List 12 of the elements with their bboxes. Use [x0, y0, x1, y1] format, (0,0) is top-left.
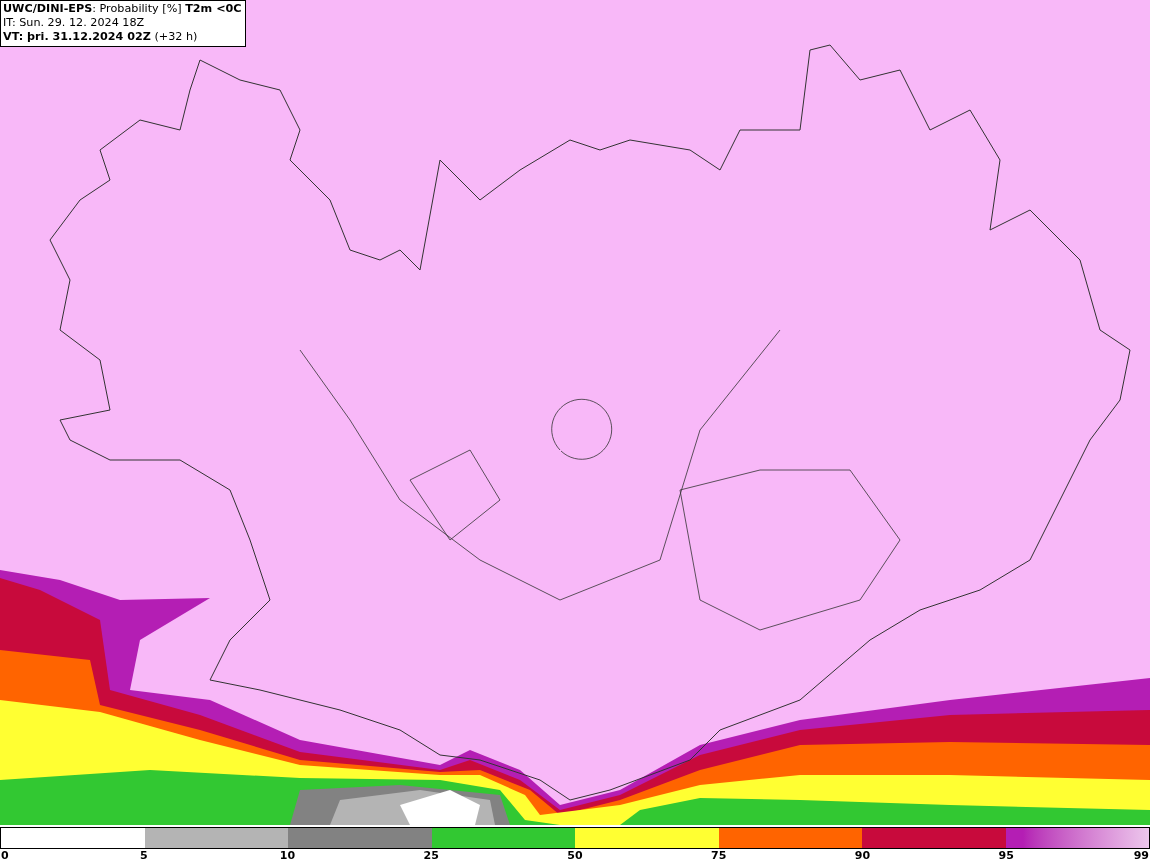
legend-tick-label: 99: [1133, 849, 1149, 863]
header-line: UWC/DINI-EPS: Probability [%] T2m <0C: [3, 2, 242, 16]
legend-tick-label: 25: [423, 849, 439, 863]
legend-tick-label: 75: [711, 849, 727, 863]
legend-tick-label: 95: [998, 849, 1014, 863]
legend-tick-label: 10: [279, 849, 296, 863]
header-line: VT: þri. 31.12.2024 02Z (+32 h): [3, 30, 199, 44]
legend-tick-label: 50: [567, 849, 583, 863]
legend-tick-label: 0: [1, 849, 9, 863]
header-line: IT: Sun. 29. 12. 2024 18Z: [3, 16, 146, 30]
legend-tick-label: 5: [139, 849, 148, 863]
legend-tick-label: 90: [854, 849, 871, 863]
